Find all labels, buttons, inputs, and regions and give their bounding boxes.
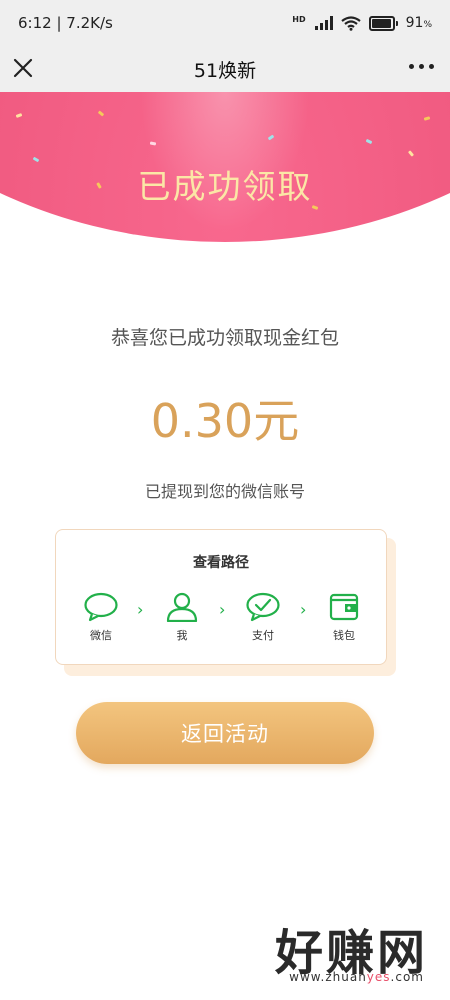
wallet-icon xyxy=(329,593,359,621)
more-icon[interactable] xyxy=(409,64,434,69)
step-label: 支付 xyxy=(252,629,274,642)
chevron-right-icon: › xyxy=(300,600,307,619)
status-network-speed: 7.2K/s xyxy=(66,14,113,32)
step-label: 微信 xyxy=(90,629,112,642)
signal-icon xyxy=(314,16,333,30)
step-label: 钱包 xyxy=(333,629,355,642)
success-header: 已成功领取 xyxy=(0,92,450,242)
wifi-icon xyxy=(340,15,361,31)
page-title: 51焕新 xyxy=(193,59,257,82)
close-icon[interactable] xyxy=(12,57,34,79)
hd-label: HD xyxy=(292,14,306,24)
nav-bar: 51焕新 xyxy=(0,46,450,92)
path-card: 查看路径 微信 › 我 › 支付 › 钱包 xyxy=(55,529,387,665)
battery-percent: 91% xyxy=(405,15,432,31)
red-packet-amount: 0.30元 xyxy=(150,394,300,448)
chevron-right-icon: › xyxy=(219,600,226,619)
withdraw-note: 已提现到您的微信账号 xyxy=(144,482,305,501)
watermark-url: www.zhuanyes.com xyxy=(289,970,424,984)
success-title: 已成功领取 xyxy=(137,167,313,206)
status-right: HD 91% xyxy=(292,14,432,32)
status-time: 6:12 xyxy=(18,14,52,32)
status-left: 6:12 | 7.2K/s xyxy=(18,14,113,32)
path-card-title: 查看路径 xyxy=(193,555,249,571)
check-circle-icon xyxy=(246,592,280,622)
step-wechat: 微信 xyxy=(71,592,131,643)
status-bar: 6:12 | 7.2K/s HD 91% xyxy=(0,0,450,46)
chevron-right-icon: › xyxy=(137,600,144,619)
status-divider: | xyxy=(56,14,67,32)
congrats-message: 恭喜您已成功领取现金红包 xyxy=(110,327,339,349)
step-label: 我 xyxy=(176,629,188,642)
back-to-activity-button[interactable]: 返回活动 xyxy=(76,702,374,764)
step-pay: 支付 xyxy=(233,592,293,643)
battery-icon xyxy=(368,15,398,31)
step-me: 我 xyxy=(152,592,212,643)
chat-bubble-icon xyxy=(84,592,118,622)
step-wallet: 钱包 xyxy=(314,592,374,643)
person-icon xyxy=(166,592,198,622)
